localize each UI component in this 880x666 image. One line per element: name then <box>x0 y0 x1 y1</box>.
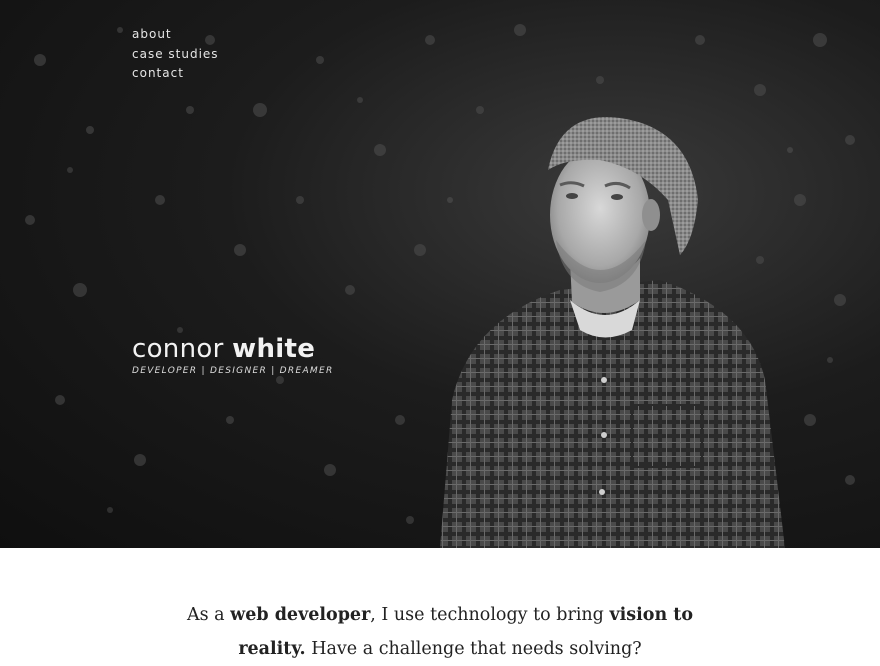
hero-section: about case studies contact connor white … <box>0 0 880 548</box>
intro-text: As a web developer, I use technology to … <box>0 598 880 666</box>
site-title-last: white <box>232 334 316 364</box>
main-nav: about case studies contact <box>132 25 219 84</box>
brand-block: connor white DEVELOPER | DESIGNER | DREA… <box>132 332 334 376</box>
intro-emphasis: web developer <box>230 605 371 625</box>
intro-emphasis: vision to <box>609 605 694 625</box>
intro-line-2: reality. Have a challenge that needs sol… <box>0 632 880 666</box>
intro-emphasis: reality. <box>238 639 306 659</box>
site-title: connor white <box>132 332 334 366</box>
nav-contact[interactable]: contact <box>132 64 219 84</box>
intro-text-part: Have a challenge that needs solving? <box>305 639 642 659</box>
intro-text-part: As a <box>186 605 231 625</box>
intro-line-1: As a web developer, I use technology to … <box>0 598 880 632</box>
nav-about[interactable]: about <box>132 25 219 45</box>
site-tagline: DEVELOPER | DESIGNER | DREAMER <box>132 366 334 376</box>
nav-case-studies[interactable]: case studies <box>132 45 219 65</box>
intro-text-part: , I use technology to bring <box>370 605 610 625</box>
site-title-first: connor <box>132 334 224 364</box>
